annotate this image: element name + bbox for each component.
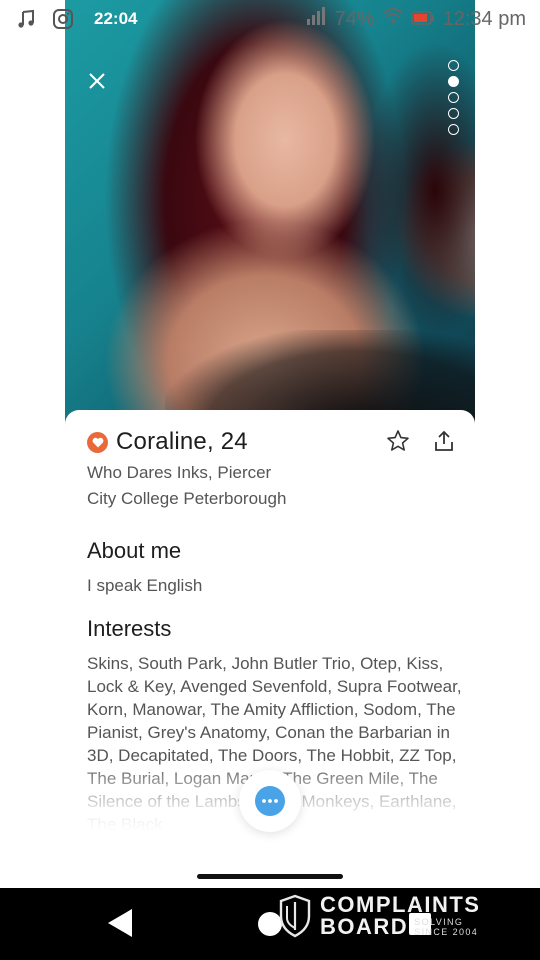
battery-icon — [410, 8, 435, 31]
home-indicator — [197, 874, 343, 879]
shield-icon — [278, 894, 312, 938]
profile-education: City College Peterborough — [87, 489, 287, 508]
chat-bubble-icon — [255, 786, 285, 816]
watermark-line1: COMPLAINTS — [320, 892, 481, 917]
about-text: I speak English — [87, 576, 203, 595]
status-bar: 22:04 74% 12:34 pm — [0, 0, 540, 38]
profile-photo[interactable] — [65, 0, 475, 430]
photo-dot[interactable] — [448, 124, 459, 135]
watermark-tag2: SINCE 2004 — [414, 927, 479, 937]
about-heading: About me — [87, 538, 182, 563]
status-clock: 12:34 pm — [442, 7, 526, 30]
status-time: 22:04 — [94, 9, 138, 28]
watermark-line2: BOARD — [320, 914, 409, 939]
chat-button[interactable] — [239, 770, 301, 832]
music-note-icon — [16, 8, 38, 30]
profile-name-age: Coraline, 24 — [116, 428, 248, 455]
profile-card: Coraline, 24 Who Dares Inks, Piercer Cit… — [65, 410, 475, 530]
photo-pagination[interactable] — [448, 60, 462, 135]
photo-dot[interactable] — [448, 92, 459, 103]
photo-dot-active[interactable] — [448, 76, 459, 87]
close-icon[interactable] — [84, 68, 110, 94]
instagram-icon — [52, 8, 74, 30]
watermark-tag1: SOLVING — [414, 917, 464, 927]
interests-heading: Interests — [87, 616, 172, 641]
photo-dot[interactable] — [448, 108, 459, 119]
star-icon[interactable] — [385, 428, 411, 454]
watermark: COMPLAINTS BOARD SOLVING SINCE 2004 — [278, 894, 480, 938]
photo-dot[interactable] — [448, 60, 459, 71]
heart-badge-icon — [87, 431, 108, 453]
back-icon[interactable] — [106, 908, 134, 943]
battery-percent: 74% — [334, 7, 375, 30]
wifi-icon — [382, 7, 403, 31]
profile-occupation: Who Dares Inks, Piercer — [87, 463, 272, 482]
signal-icon — [305, 6, 327, 32]
share-icon[interactable] — [431, 428, 457, 454]
